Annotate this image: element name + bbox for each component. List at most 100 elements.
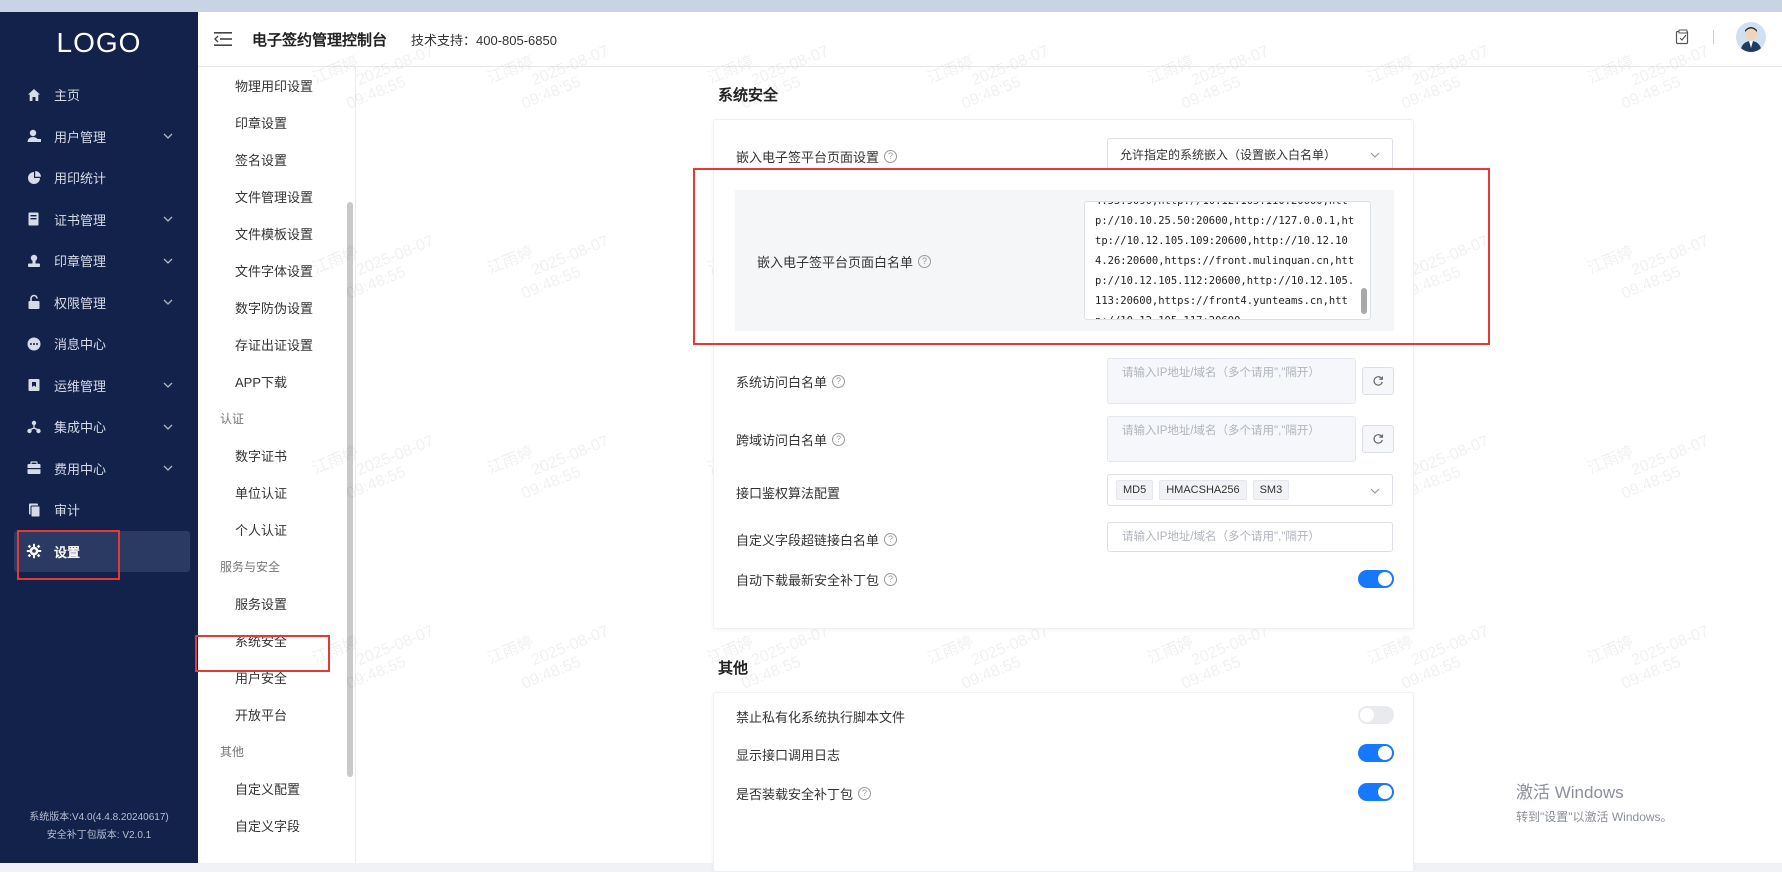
help-icon[interactable]: ? — [918, 255, 932, 268]
system-version: 系统版本:V4.0(4.4.8.20240617) — [29, 812, 169, 823]
sub-nav-item[interactable]: 自定义字段 — [198, 807, 355, 844]
sub-nav-item[interactable]: 开放平台 — [198, 696, 355, 733]
load-patch-switch[interactable] — [1358, 783, 1394, 801]
avatar[interactable] — [1736, 22, 1766, 52]
cors-whitelist-input[interactable]: 请输入IP地址/域名（多个请用","隔开） — [1107, 416, 1356, 462]
nav-item-11[interactable]: 设置 — [14, 530, 190, 572]
nav-item-label: 消息中心 — [54, 337, 107, 353]
divider — [1713, 30, 1714, 44]
nav-item-label: 审计 — [54, 503, 81, 519]
sub-nav-item[interactable]: 文件模板设置 — [198, 215, 355, 252]
chevron-down-icon — [163, 299, 173, 306]
sub-nav-list: 物理用印设置 印章设置 签名设置 文件管理设置 文件模板设置 文件字体设置 数字防伪设置 存证… — [198, 67, 355, 844]
nav-item-5[interactable]: 权限管理 — [0, 282, 198, 324]
section-title-security: 系统安全 — [718, 87, 779, 104]
sub-nav-item[interactable]: 服务设置 — [198, 585, 355, 622]
watermark: 江雨婷2025-08-0709:48:55 — [1585, 432, 1712, 503]
chevron-down-icon — [1370, 488, 1380, 494]
load-patch-label: 是否装载安全补丁包? — [736, 784, 872, 803]
settings-sub-nav: 物理用印设置 印章设置 签名设置 文件管理设置 文件模板设置 文件字体设置 数字防伪设置 存证… — [198, 67, 356, 863]
sub-nav-item[interactable]: 物理用印设置 — [198, 67, 355, 104]
windows-activation-notice: 激活 Windows 转到"设置"以激活 Windows。 — [1516, 783, 1673, 824]
sub-nav-item[interactable]: 个人认证 — [198, 511, 355, 548]
other-card: 禁止私有化系统执行脚本文件 显示接口调用日志 是否装载安全补丁包? — [713, 692, 1414, 872]
access-whitelist-input[interactable]: 请输入IP地址/域名（多个请用","隔开） — [1107, 358, 1356, 404]
chevron-down-icon — [163, 216, 173, 223]
help-icon[interactable]: ? — [832, 433, 846, 446]
sub-nav-item[interactable]: 存证出证设置 — [198, 326, 355, 363]
gear-icon — [26, 543, 42, 559]
nav-item-2[interactable]: 用印统计 — [0, 157, 198, 199]
link-whitelist-label: 自定义字段超链接白名单? — [736, 530, 898, 549]
auth-algorithm-select[interactable]: MD5 HMACSHA256 SM3 — [1107, 474, 1393, 506]
refresh-icon — [1373, 376, 1384, 386]
nav-footer: 系统版本:V4.0(4.4.8.20240617) 安全补丁包版本: V2.0.… — [0, 809, 198, 845]
certificate-icon — [26, 211, 42, 227]
embed-setting-select[interactable]: 允许指定的系统嵌入（设置嵌入白名单） — [1107, 138, 1393, 170]
sub-nav-item[interactable]: 单位认证 — [198, 474, 355, 511]
help-icon[interactable]: ? — [858, 787, 872, 800]
nav-item-0[interactable]: 主页 — [0, 74, 198, 116]
nav-item-10[interactable]: 审计 — [0, 489, 198, 531]
access-refresh-button[interactable] — [1362, 367, 1394, 395]
embed-whitelist-panel: 嵌入电子签平台页面白名单? 4.55:9090,http://10.12.105… — [735, 190, 1394, 331]
embed-whitelist-textarea[interactable]: 4.55:9090,http://10.12.105.110:20600,htt… — [1084, 201, 1371, 320]
section-title-other: 其他 — [718, 660, 749, 677]
tag[interactable]: SM3 — [1252, 480, 1290, 500]
sub-nav-group: 服务与安全 — [220, 560, 281, 574]
nav-list: 主页 用户管理 用印统计 证书管理印章管理权限管理消息中心运维管理 集成中心 费用中心审计… — [0, 74, 198, 572]
watermark: 江雨婷2025-08-0709:48:55 — [1585, 232, 1712, 303]
nav-item-7[interactable]: 运维管理 — [0, 365, 198, 407]
tag[interactable]: MD5 — [1116, 480, 1154, 500]
access-whitelist-label: 系统访问白名单? — [736, 372, 846, 391]
show-api-log-switch[interactable] — [1358, 744, 1394, 762]
sub-nav-item[interactable]: 文件管理设置 — [198, 178, 355, 215]
window-top-strip — [0, 0, 1782, 12]
cors-whitelist-label: 跨域访问白名单? — [736, 430, 846, 449]
help-icon[interactable]: ? — [884, 150, 898, 163]
auto-download-patch-switch[interactable] — [1358, 570, 1394, 588]
link-whitelist-input[interactable]: 请输入IP地址/域名（多个请用","隔开） — [1107, 522, 1393, 552]
chevron-down-icon — [163, 424, 173, 430]
textarea-scrollbar[interactable] — [1361, 288, 1367, 314]
home-icon — [26, 87, 42, 103]
chevron-down-icon — [163, 382, 173, 389]
chevron-down-icon — [163, 258, 173, 264]
nav-item-4[interactable]: 印章管理 — [0, 240, 198, 282]
nav-item-9[interactable]: 费用中心 — [0, 448, 198, 490]
sub-nav-item[interactable]: 自定义配置 — [198, 770, 355, 807]
sub-nav-item[interactable]: APP下载 — [198, 363, 355, 400]
sub-nav-item[interactable]: 用户安全 — [198, 659, 355, 696]
nav-item-8[interactable]: 集成中心 — [0, 406, 198, 448]
refresh-icon — [1373, 434, 1384, 444]
sub-nav-item[interactable]: 数字证书 — [198, 437, 355, 474]
help-icon[interactable]: ? — [884, 573, 898, 586]
todo-icon[interactable] — [1675, 29, 1691, 45]
help-icon[interactable]: ? — [832, 375, 846, 388]
chevron-down-icon — [163, 133, 173, 140]
disable-script-label: 禁止私有化系统执行脚本文件 — [736, 710, 906, 725]
sub-nav-scrollbar[interactable] — [347, 202, 353, 777]
sub-nav-item[interactable]: 印章设置 — [198, 104, 355, 141]
help-icon[interactable]: ? — [884, 533, 898, 546]
cors-refresh-button[interactable] — [1362, 425, 1394, 453]
sub-nav-item[interactable]: 文件字体设置 — [198, 252, 355, 289]
sub-nav-item[interactable]: 数字防伪设置 — [198, 289, 355, 326]
lock-icon — [26, 294, 42, 310]
sub-nav-item[interactable]: 签名设置 — [198, 141, 355, 178]
embed-whitelist-label: 嵌入电子签平台页面白名单? — [757, 252, 932, 271]
menu-fold-icon[interactable] — [214, 32, 232, 46]
disable-script-switch[interactable] — [1358, 706, 1394, 724]
pie-chart-icon — [26, 170, 42, 186]
audit-icon — [26, 502, 42, 518]
security-card: 嵌入电子签平台页面设置? 允许指定的系统嵌入（设置嵌入白名单） 嵌入电子签平台页… — [713, 119, 1414, 629]
nav-item-3[interactable]: 证书管理 — [0, 199, 198, 241]
sub-nav-item[interactable]: 系统安全 — [198, 622, 355, 659]
tag[interactable]: HMACSHA256 — [1159, 480, 1247, 500]
seal-icon — [26, 253, 42, 269]
watermark: 江雨婷2025-08-0709:48:55 — [485, 432, 612, 503]
nav-item-6[interactable]: 消息中心 — [0, 323, 198, 365]
watermark: 江雨婷2025-08-0709:48:55 — [1585, 622, 1712, 693]
nav-item-1[interactable]: 用户管理 — [0, 116, 198, 158]
nav-item-label: 印章管理 — [54, 254, 107, 270]
